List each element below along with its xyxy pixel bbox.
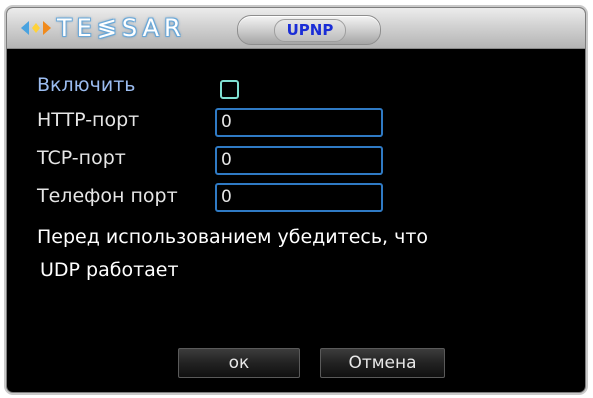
phone-port-label: Телефон порт (37, 185, 178, 207)
logo-text: TE≶SAR (57, 14, 186, 42)
tcp-port-label: TCP-порт (37, 147, 126, 169)
logo-arrows-icon (21, 21, 51, 35)
http-port-input[interactable]: 0 (215, 108, 383, 137)
ok-button[interactable]: ок (178, 348, 300, 378)
upnp-dialog: TE≶SAR UPNP Включить HTTP-порт 0 TCP-пор… (7, 8, 585, 392)
cancel-button[interactable]: Отмена (320, 348, 445, 378)
dialog-title: UPNP (274, 19, 346, 42)
enable-checkbox[interactable] (220, 80, 239, 99)
phone-port-input[interactable]: 0 (215, 183, 383, 212)
http-port-label: HTTP-порт (37, 109, 140, 131)
enable-label: Включить (37, 74, 136, 96)
note-line-1: Перед использованием убедитесь, что (37, 226, 429, 248)
note-line-2: UDP работает (40, 259, 179, 281)
title-bar: TE≶SAR UPNP (7, 8, 585, 49)
logo: TE≶SAR (21, 14, 186, 42)
tcp-port-input[interactable]: 0 (215, 146, 383, 175)
title-tab: UPNP (237, 15, 381, 45)
